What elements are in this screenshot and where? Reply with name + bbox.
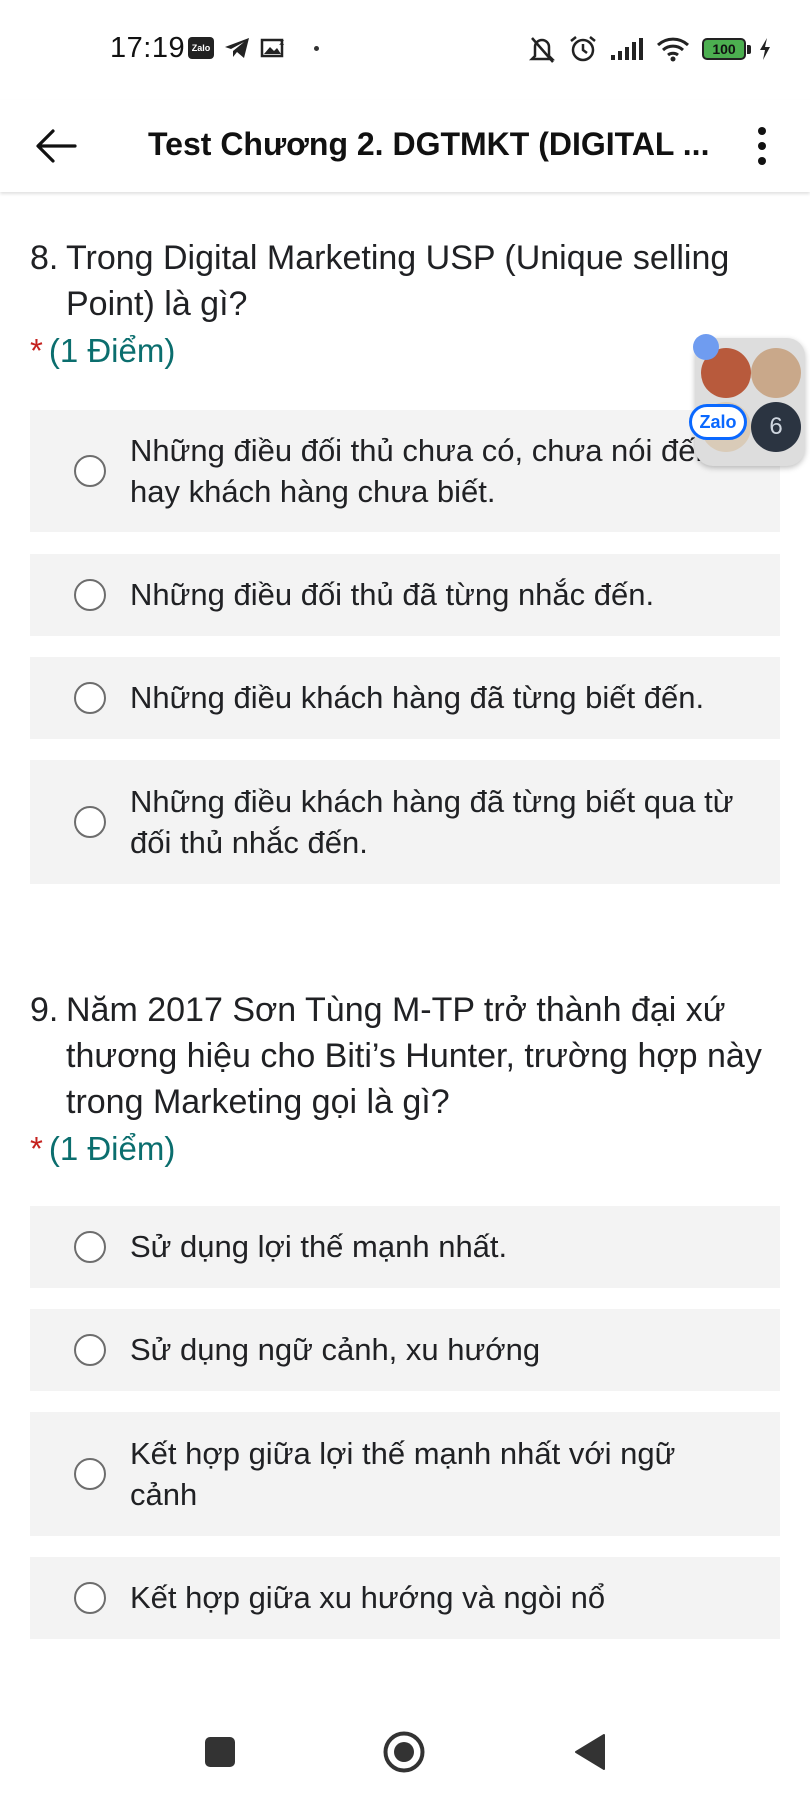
recents-button[interactable] xyxy=(198,1730,242,1774)
bell-off-icon xyxy=(528,37,556,63)
question-text: Năm 2017 Sơn Tùng M-TP trở thành đại xứ … xyxy=(66,991,762,1121)
question-number: 9. xyxy=(30,991,59,1029)
drag-handle-dot[interactable] xyxy=(693,334,719,360)
radio-button[interactable] xyxy=(74,682,106,714)
points-label: (1 Điểm) xyxy=(48,332,176,369)
option-q8-2[interactable]: Những điều đối thủ đã từng nhắc đến. xyxy=(30,554,780,636)
option-label: Sử dụng ngữ cảnh, xu hướng xyxy=(130,1332,541,1367)
avatar xyxy=(751,348,801,398)
charging-icon xyxy=(760,38,770,60)
status-bar: 17:19 Zalo x 100 xyxy=(0,0,810,100)
battery-icon: 100 xyxy=(702,38,751,60)
radio-button[interactable] xyxy=(74,1334,106,1366)
zalo-logo-icon: Zalo xyxy=(689,404,747,440)
option-label: Kết hợp giữa lợi thế mạnh nhất với ngữ c… xyxy=(130,1436,676,1512)
option-label: Những điều đối thủ đã từng nhắc đến. xyxy=(130,577,655,612)
question-9: 9. Năm 2017 Sơn Tùng M-TP trở thành đại … xyxy=(30,987,780,1171)
option-label: Những điều khách hàng đã từng biết qua t… xyxy=(130,784,734,860)
status-notification-icons: Zalo x xyxy=(188,36,319,60)
svg-text:x: x xyxy=(279,38,285,48)
back-button[interactable] xyxy=(30,120,82,172)
option-q8-1[interactable]: Những điều đối thủ chưa có, chưa nói đến… xyxy=(30,410,780,532)
zalo-notification-icon: Zalo xyxy=(188,37,214,59)
radio-button[interactable] xyxy=(74,1582,106,1614)
triangle-back-icon xyxy=(575,1734,605,1770)
option-label: Những điều khách hàng đã từng biết đến. xyxy=(130,680,705,715)
radio-button[interactable] xyxy=(74,579,106,611)
option-q8-4[interactable]: Những điều khách hàng đã từng biết qua t… xyxy=(30,760,780,884)
telegram-icon xyxy=(225,38,249,58)
page-title: Test Chương 2. DGTMKT (DIGITAL ... xyxy=(148,126,708,162)
option-q9-4[interactable]: Kết hợp giữa xu hướng và ngòi nổ xyxy=(30,1557,780,1639)
points-label: (1 Điểm) xyxy=(48,1130,176,1167)
more-options-button[interactable] xyxy=(742,118,782,174)
option-q9-1[interactable]: Sử dụng lợi thế mạnh nhất. xyxy=(30,1206,780,1288)
more-vert-icon xyxy=(758,127,766,135)
option-q9-2[interactable]: Sử dụng ngữ cảnh, xu hướng xyxy=(30,1309,780,1391)
option-q9-3[interactable]: Kết hợp giữa lợi thế mạnh nhất với ngữ c… xyxy=(30,1412,780,1536)
member-count-badge: 6 xyxy=(751,402,801,452)
home-circle-icon xyxy=(383,1731,425,1773)
photo-icon: x xyxy=(260,38,285,58)
required-asterisk: * xyxy=(30,1130,43,1167)
square-icon xyxy=(205,1737,235,1767)
home-button[interactable] xyxy=(382,1730,426,1774)
back-nav-button[interactable] xyxy=(568,1730,612,1774)
signal-icon xyxy=(611,38,643,60)
zalo-chat-bubble[interactable]: 6 Zalo xyxy=(689,334,808,472)
system-nav-bar xyxy=(0,1700,810,1800)
required-asterisk: * xyxy=(30,332,43,369)
option-label: Kết hợp giữa xu hướng và ngòi nổ xyxy=(130,1580,606,1615)
question-points: * (1 Điểm) xyxy=(30,1127,780,1171)
app-bar: Test Chương 2. DGTMKT (DIGITAL ... xyxy=(0,100,810,192)
wifi-icon xyxy=(656,37,690,62)
question-number: 8. xyxy=(30,239,59,277)
option-label: Sử dụng lợi thế mạnh nhất. xyxy=(130,1229,508,1264)
more-notifications-dot xyxy=(314,45,319,51)
radio-button[interactable] xyxy=(74,1231,106,1263)
question-8: 8. Trong Digital Marketing USP (Unique s… xyxy=(30,235,780,373)
radio-button[interactable] xyxy=(74,1458,106,1490)
alarm-icon xyxy=(570,36,596,62)
radio-button[interactable] xyxy=(74,455,106,487)
question-title: 8. Trong Digital Marketing USP (Unique s… xyxy=(30,235,780,327)
arrow-left-icon xyxy=(36,129,77,163)
status-time: 17:19 xyxy=(110,32,186,64)
question-title: 9. Năm 2017 Sơn Tùng M-TP trở thành đại … xyxy=(30,987,780,1125)
radio-button[interactable] xyxy=(74,806,106,838)
question-points: * (1 Điểm) xyxy=(30,329,780,373)
question-text: Trong Digital Marketing USP (Unique sell… xyxy=(66,239,730,323)
option-label: Những điều đối thủ chưa có, chưa nói đến… xyxy=(130,433,713,509)
status-system-icons: 100 xyxy=(528,34,772,64)
option-q8-3[interactable]: Những điều khách hàng đã từng biết đến. xyxy=(30,657,780,739)
